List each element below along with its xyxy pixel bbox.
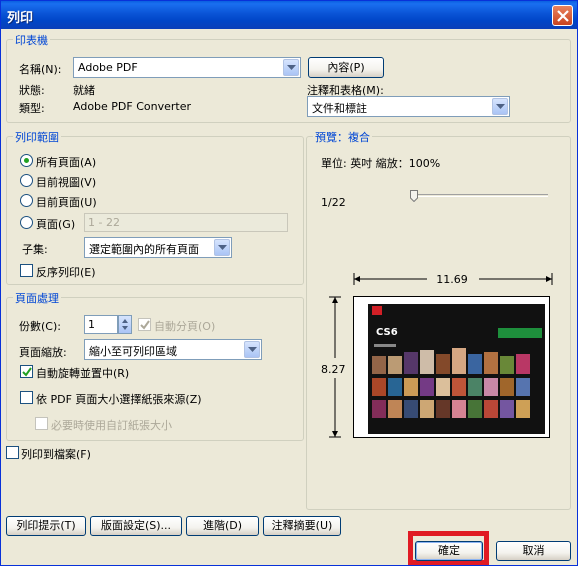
chevron-down-icon: [214, 239, 230, 256]
pages-label[interactable]: 頁面(G): [36, 216, 75, 232]
print-to-file-checkbox[interactable]: [6, 446, 19, 459]
preview-page-image: [368, 304, 545, 434]
chevron-down-icon: [492, 98, 508, 115]
print-tips-button[interactable]: 列印提示(T): [6, 516, 86, 536]
current-page-label[interactable]: 目前頁面(U): [36, 194, 97, 210]
printer-name-value: Adobe PDF: [78, 61, 138, 74]
status-value: 就緒: [73, 84, 95, 97]
collate-label[interactable]: 自動分頁(O): [154, 318, 215, 334]
pages-range-input[interactable]: 1 - 22: [84, 213, 288, 232]
preview-group-label: 預覽：複合: [313, 129, 372, 145]
copies-stepper[interactable]: [118, 315, 132, 334]
print-to-file-label[interactable]: 列印到檔案(F): [21, 446, 91, 462]
reverse-pages-label[interactable]: 反序列印(E): [36, 264, 96, 280]
checkmark-icon: [22, 367, 32, 377]
choose-paper-source-checkbox[interactable]: [20, 391, 33, 404]
advanced-button[interactable]: 進階(D): [186, 516, 259, 536]
properties-button[interactable]: 內容(P): [308, 57, 384, 78]
title-bar: 列印: [1, 1, 577, 29]
close-button[interactable]: [552, 5, 573, 26]
custom-paper-checkbox[interactable]: [35, 417, 48, 430]
reverse-pages-checkbox[interactable]: [20, 264, 33, 277]
comments-select[interactable]: 文件和標註: [307, 96, 510, 117]
page-handling-group-label: 頁面處理: [13, 290, 61, 306]
current-view-label[interactable]: 目前視圖(V): [36, 174, 96, 190]
page-setup-button[interactable]: 版面設定(S)...: [90, 516, 182, 536]
stepper-arrows-icon: [122, 319, 128, 330]
collate-checkbox[interactable]: [138, 318, 151, 331]
ok-button[interactable]: 確定: [415, 541, 483, 561]
page-slider-thumb[interactable]: [410, 190, 418, 202]
scaling-value: 縮小至可列印區域: [89, 345, 177, 358]
scaling-label: 頁面縮放:: [19, 346, 67, 359]
summarize-comments-button[interactable]: 注釋摘要(U): [263, 516, 341, 536]
subset-select[interactable]: 選定範圍內的所有頁面: [84, 237, 232, 258]
chevron-down-icon: [244, 341, 260, 358]
scaling-select[interactable]: 縮小至可列印區域: [84, 339, 262, 360]
dialog-title: 列印: [7, 11, 34, 26]
preview-height-label: 8.27: [321, 363, 346, 376]
printer-name-select[interactable]: Adobe PDF: [73, 57, 301, 78]
copies-value: 1: [88, 318, 95, 331]
current-view-radio[interactable]: [20, 174, 33, 187]
preview-width-label: 11.69: [436, 273, 468, 286]
page-preview: CS6: [353, 296, 550, 438]
close-icon: [557, 10, 569, 22]
all-pages-label[interactable]: 所有頁面(A): [36, 154, 96, 170]
all-pages-radio[interactable]: [20, 154, 33, 167]
page-slider-track[interactable]: [414, 194, 548, 197]
chevron-down-icon: [283, 59, 299, 76]
type-value: Adobe PDF Converter: [73, 100, 192, 113]
pages-radio[interactable]: [20, 216, 33, 229]
custom-paper-label[interactable]: 必要時使用自訂紙張大小: [51, 417, 172, 433]
page-indicator: 1/22: [321, 196, 346, 209]
current-page-radio[interactable]: [20, 194, 33, 207]
subset-label: 子集:: [22, 243, 48, 256]
cancel-button[interactable]: 取消: [496, 541, 571, 561]
pages-range-value: 1 - 22: [88, 216, 120, 229]
printer-group-label: 印表機: [13, 32, 50, 48]
preview-thumb-title: CS6: [376, 327, 398, 338]
print-range-group-label: 列印範圍: [13, 129, 61, 145]
checkmark-icon: [140, 320, 150, 330]
copies-input[interactable]: 1: [84, 315, 118, 334]
printer-name-label: 名稱(N):: [19, 63, 62, 76]
choose-paper-source-label[interactable]: 依 PDF 頁面大小選擇紙張來源(Z): [36, 391, 202, 407]
copies-label: 份數(C):: [19, 320, 61, 333]
type-label: 類型:: [19, 102, 45, 115]
auto-rotate-checkbox[interactable]: [20, 365, 33, 378]
auto-rotate-label[interactable]: 自動旋轉並置中(R): [36, 365, 129, 381]
comments-value: 文件和標註: [312, 102, 367, 115]
status-label: 狀態:: [19, 84, 45, 97]
preview-units-zoom: 單位: 英吋 縮放：100%: [321, 157, 441, 170]
print-dialog: 列印 印表機 名稱(N): Adobe PDF 內容(P) 狀態: 就緒 注釋和…: [0, 0, 578, 566]
subset-value: 選定範圍內的所有頁面: [89, 243, 199, 256]
